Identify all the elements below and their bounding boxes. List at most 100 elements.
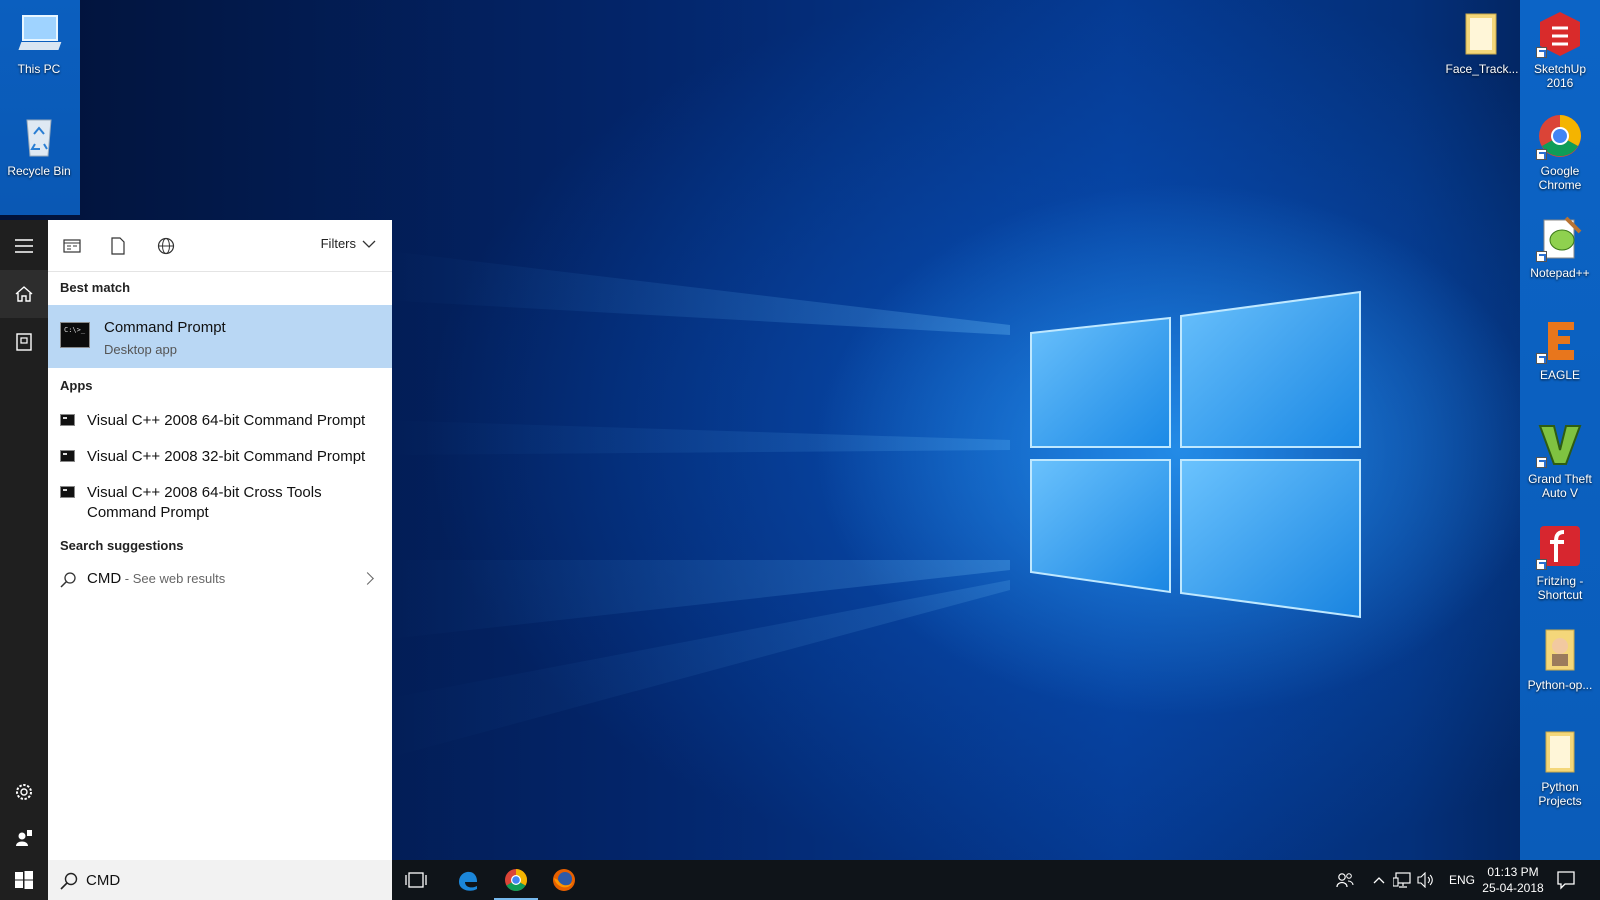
command-prompt-icon (60, 486, 75, 498)
clock-date: 25-04-2018 (1482, 881, 1544, 895)
computer-icon (15, 10, 63, 58)
settings-button[interactable] (0, 768, 48, 816)
suggestion-hint: - See web results (121, 571, 226, 586)
desktop-icon-label: This PC (17, 62, 61, 76)
desktop-icon-label: Notepad++ (1530, 266, 1590, 280)
search-icon (60, 572, 76, 588)
best-match-title: Command Prompt (104, 319, 226, 336)
desktop-icon-eagle[interactable]: EAGLE (1521, 316, 1599, 382)
desktop-icon-google-chrome[interactable]: Google Chrome (1521, 112, 1599, 192)
desktop-icon-label: Python-op... (1527, 678, 1593, 692)
chrome-icon (505, 869, 527, 891)
hamburger-icon (15, 239, 33, 253)
app-result-label: Visual C++ 2008 64-bit Command Prompt (87, 412, 366, 429)
desktop-icon-label: Face_Track... (1445, 62, 1519, 76)
notebook-button[interactable] (0, 318, 48, 366)
search-results-panel: Filters Best match C:\>_ Command Prompt … (48, 220, 392, 860)
hamburger-menu-button[interactable] (0, 222, 48, 270)
apps-heading: Apps (60, 378, 93, 393)
desktop-icon-sketchup[interactable]: SketchUp 2016 (1521, 10, 1599, 90)
filters-label: Filters (320, 236, 356, 251)
shortcut-arrow-icon (1536, 47, 1547, 58)
notebook-icon (16, 333, 32, 351)
taskbar-chrome-button[interactable] (492, 860, 540, 900)
desktop-icon-face-track[interactable]: Face_Track... (1443, 10, 1521, 76)
eagle-icon (1536, 316, 1584, 364)
app-result-vc-64[interactable]: Visual C++ 2008 64-bit Command Prompt (48, 411, 392, 435)
gear-icon (16, 784, 32, 800)
desktop-icon-fritzing[interactable]: Fritzing - Shortcut (1521, 522, 1599, 602)
fritzing-icon (1536, 522, 1584, 570)
shortcut-arrow-icon (1536, 559, 1547, 570)
search-suggestion-cmd[interactable]: CMD - See web results (48, 566, 392, 596)
input-language-indicator[interactable]: ENG (1449, 873, 1475, 887)
app-result-label: Visual C++ 2008 32-bit Command Prompt (87, 448, 366, 465)
desktop-icon-python-projects[interactable]: Python Projects (1521, 728, 1599, 808)
documents-filter-button[interactable] (106, 234, 130, 258)
notepadpp-icon (1536, 214, 1584, 262)
folder-icon (1536, 728, 1584, 776)
desktop-icon-label: Python Projects (1538, 780, 1582, 808)
task-view-icon (405, 872, 427, 888)
shortcut-arrow-icon (1536, 251, 1547, 262)
folder-icon (1458, 10, 1506, 58)
best-match-command-prompt[interactable]: C:\>_ Command Prompt Desktop app (48, 305, 392, 368)
shortcut-arrow-icon (1536, 149, 1547, 160)
start-button[interactable] (0, 860, 48, 900)
apps-filter-icon (63, 239, 81, 253)
best-match-subtitle: Desktop app (104, 342, 177, 357)
speaker-icon (1417, 872, 1433, 888)
people-button[interactable] (1335, 870, 1355, 890)
app-result-vc-32[interactable]: Visual C++ 2008 32-bit Command Prompt (48, 447, 392, 471)
taskbar-search-box[interactable] (48, 860, 392, 900)
chevron-up-icon (1373, 877, 1385, 884)
chevron-down-icon (362, 240, 376, 248)
volume-button[interactable] (1416, 870, 1436, 890)
clock-time: 01:13 PM (1487, 865, 1539, 879)
globe-icon (157, 237, 175, 255)
command-prompt-icon (60, 414, 75, 426)
web-filter-button[interactable] (154, 234, 178, 258)
desktop-icon-label: Recycle Bin (7, 164, 71, 178)
shortcut-arrow-icon (1536, 353, 1547, 364)
search-input[interactable] (86, 869, 366, 891)
desktop-icon-python-op[interactable]: Python-op... (1521, 626, 1599, 692)
task-view-button[interactable] (392, 860, 440, 900)
taskbar-edge-button[interactable] (444, 860, 492, 900)
desktop-icon-label: Google Chrome (1538, 164, 1582, 192)
filters-dropdown[interactable]: Filters (321, 236, 376, 251)
action-center-button[interactable] (1556, 870, 1576, 895)
feedback-button[interactable] (0, 814, 48, 862)
desktop-icon-recycle-bin[interactable]: Recycle Bin (0, 112, 78, 178)
search-suggestions-heading: Search suggestions (60, 538, 184, 553)
desktop-icon-label: Fritzing - Shortcut (1536, 574, 1584, 602)
home-icon (15, 286, 33, 302)
firefox-icon (553, 869, 575, 891)
chrome-icon (1536, 112, 1584, 160)
command-prompt-icon (60, 450, 75, 462)
app-result-vc-cross-tools[interactable]: Visual C++ 2008 64-bit Cross Tools Comma… (48, 483, 392, 527)
folder-icon (1536, 626, 1584, 674)
chevron-right-icon[interactable] (361, 572, 374, 585)
desktop-icon-notepadpp[interactable]: Notepad++ (1521, 214, 1599, 280)
network-button[interactable] (1392, 870, 1412, 890)
best-match-heading: Best match (60, 280, 131, 295)
suggestion-text: CMD - See web results (87, 570, 225, 587)
home-button[interactable] (0, 270, 48, 318)
desktop-icon-this-pc[interactable]: This PC (0, 10, 78, 76)
desktop-icon-label: SketchUp 2016 (1533, 62, 1587, 90)
document-icon (111, 237, 125, 255)
people-icon (1336, 873, 1354, 888)
start-nav-rail (0, 220, 48, 860)
taskbar-firefox-button[interactable] (540, 860, 588, 900)
app-result-label: Visual C++ 2008 64-bit Cross Tools Comma… (87, 484, 322, 521)
desktop-icon-gta-v[interactable]: Grand Theft Auto V (1521, 420, 1599, 500)
sketchup-icon (1536, 10, 1584, 58)
network-icon (1393, 872, 1411, 888)
desktop-icon-label: EAGLE (1539, 368, 1581, 382)
shortcut-arrow-icon (1536, 457, 1547, 468)
apps-filter-button[interactable] (60, 234, 84, 258)
gta-icon (1536, 420, 1584, 468)
show-hidden-icons-button[interactable] (1372, 870, 1386, 890)
taskbar-clock[interactable]: 01:13 PM 25-04-2018 (1478, 864, 1548, 896)
